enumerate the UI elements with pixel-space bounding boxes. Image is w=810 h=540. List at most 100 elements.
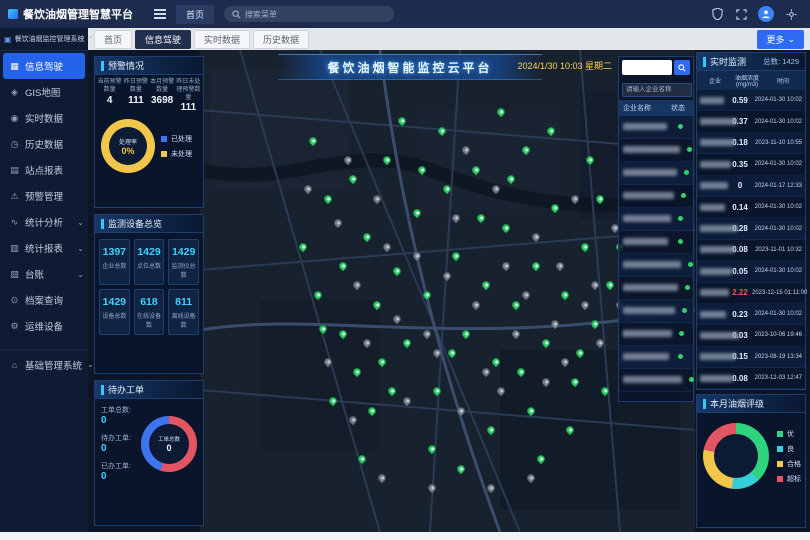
realtime-row[interactable]: 0.03 2023-10-06 19:46 [697, 325, 805, 346]
realtime-row[interactable]: 0.08 2023-12-03 12:47 [697, 368, 805, 389]
map-pin[interactable] [377, 472, 388, 483]
realtime-row[interactable]: 0.59 2024-01-30 10:02 [697, 90, 805, 111]
map-pin[interactable] [391, 313, 402, 324]
sidebar-item[interactable]: ◷ 历史数据 [0, 131, 88, 157]
map-pin[interactable] [297, 241, 308, 252]
map-pin[interactable] [381, 154, 392, 165]
map-pin[interactable] [560, 289, 571, 300]
realtime-row[interactable]: 0.35 2024-01-30 10:02 [697, 154, 805, 175]
map-pin[interactable] [431, 386, 442, 397]
map-pin[interactable] [386, 386, 397, 397]
map-pin[interactable] [505, 174, 516, 185]
map-pin[interactable] [381, 241, 392, 252]
map-pin[interactable] [391, 265, 402, 276]
map-pin[interactable] [604, 280, 615, 291]
sidebar-item[interactable]: ⌂ 基础管理系统 ⌄ [0, 349, 88, 375]
map-pin[interactable] [436, 125, 447, 136]
map-pin[interactable] [446, 347, 457, 358]
map-pin[interactable] [490, 183, 501, 194]
map-pin[interactable] [401, 338, 412, 349]
map-pin[interactable] [307, 135, 318, 146]
map-pin[interactable] [426, 444, 437, 455]
map-pin[interactable] [525, 472, 536, 483]
view-tab[interactable]: 实时数据 [194, 30, 250, 49]
map-pin[interactable] [476, 212, 487, 223]
map-pin[interactable] [372, 193, 383, 204]
map-pin[interactable] [456, 463, 467, 474]
sidebar-item[interactable]: ⚠ 预警管理 [0, 183, 88, 209]
map-pin[interactable] [570, 193, 581, 204]
fullscreen-icon[interactable] [734, 7, 748, 21]
map-pin[interactable] [441, 270, 452, 281]
map-pin[interactable] [352, 366, 363, 377]
map-pin[interactable] [421, 328, 432, 339]
map-pin[interactable] [579, 241, 590, 252]
sidebar-item[interactable]: ∿ 统计分析 ⌄ [0, 209, 88, 235]
sidebar-item[interactable]: ◈ GIS地图 [0, 79, 88, 105]
realtime-row[interactable]: 0.37 2024-01-30 10:02 [697, 111, 805, 132]
map-pin[interactable] [540, 376, 551, 387]
realtime-row[interactable]: 0.15 2023-08-19 13:34 [697, 347, 805, 368]
company-row[interactable] [619, 323, 693, 346]
map-pin[interactable] [337, 328, 348, 339]
map-pin[interactable] [579, 299, 590, 310]
map-pin[interactable] [347, 174, 358, 185]
map-pin[interactable] [589, 318, 600, 329]
shield-icon[interactable] [710, 7, 724, 21]
map-pin[interactable] [560, 357, 571, 368]
map-pin[interactable] [480, 280, 491, 291]
company-row[interactable] [619, 139, 693, 162]
realtime-row[interactable]: 0.28 2024-01-30 10:02 [697, 218, 805, 239]
map-pin[interactable] [352, 280, 363, 291]
map-pin[interactable] [525, 405, 536, 416]
map-pin[interactable] [510, 328, 521, 339]
sidebar-system-header[interactable]: ▣ 餐饮油烟监控管理系统 ⌃ [0, 28, 88, 51]
map-pin[interactable] [347, 415, 358, 426]
company-row[interactable] [619, 185, 693, 208]
map-pin[interactable] [411, 251, 422, 262]
company-row[interactable] [619, 231, 693, 254]
map-pin[interactable] [456, 405, 467, 416]
company-search-input[interactable] [622, 60, 672, 75]
realtime-row[interactable]: 0 2024-01-17 12:33 [697, 176, 805, 197]
map-pin[interactable] [570, 376, 581, 387]
map-pin[interactable] [327, 395, 338, 406]
map-pin[interactable] [485, 482, 496, 493]
company-search-button[interactable] [674, 60, 690, 75]
map-pin[interactable] [510, 299, 521, 310]
realtime-row[interactable]: 0.08 2023-11-01 10:32 [697, 240, 805, 261]
map-pin[interactable] [594, 193, 605, 204]
map-pin[interactable] [421, 289, 432, 300]
map-pin[interactable] [451, 212, 462, 223]
settings-gear-icon[interactable] [784, 7, 798, 21]
map-pin[interactable] [332, 217, 343, 228]
map-pin[interactable] [540, 338, 551, 349]
map-pin[interactable] [495, 106, 506, 117]
map-pin[interactable] [377, 357, 388, 368]
map-pin[interactable] [451, 251, 462, 262]
company-row[interactable] [619, 162, 693, 185]
map-pin[interactable] [550, 318, 561, 329]
map-pin[interactable] [302, 183, 313, 194]
map-pin[interactable] [490, 357, 501, 368]
map-pin[interactable] [535, 453, 546, 464]
realtime-row[interactable]: 2.22 2023-12-15 01:11:00 [697, 283, 805, 304]
map-pin[interactable] [471, 164, 482, 175]
map-pin[interactable] [416, 164, 427, 175]
map-pin[interactable] [565, 424, 576, 435]
map-pin[interactable] [500, 222, 511, 233]
map-pin[interactable] [312, 289, 323, 300]
map-pin[interactable] [401, 395, 412, 406]
realtime-row[interactable]: 0.18 2023-11-10 10:55 [697, 133, 805, 154]
company-row[interactable] [619, 346, 693, 369]
sidebar-item[interactable]: ◉ 实时数据 [0, 105, 88, 131]
view-tab[interactable]: 首页 [94, 30, 132, 49]
realtime-row[interactable]: 0.14 2024-01-30 10:02 [697, 197, 805, 218]
map-pin[interactable] [362, 338, 373, 349]
company-row[interactable] [619, 208, 693, 231]
map-pin[interactable] [530, 231, 541, 242]
user-avatar[interactable] [758, 6, 774, 22]
map-pin[interactable] [441, 183, 452, 194]
map-pin[interactable] [589, 280, 600, 291]
map-pin[interactable] [500, 260, 511, 271]
